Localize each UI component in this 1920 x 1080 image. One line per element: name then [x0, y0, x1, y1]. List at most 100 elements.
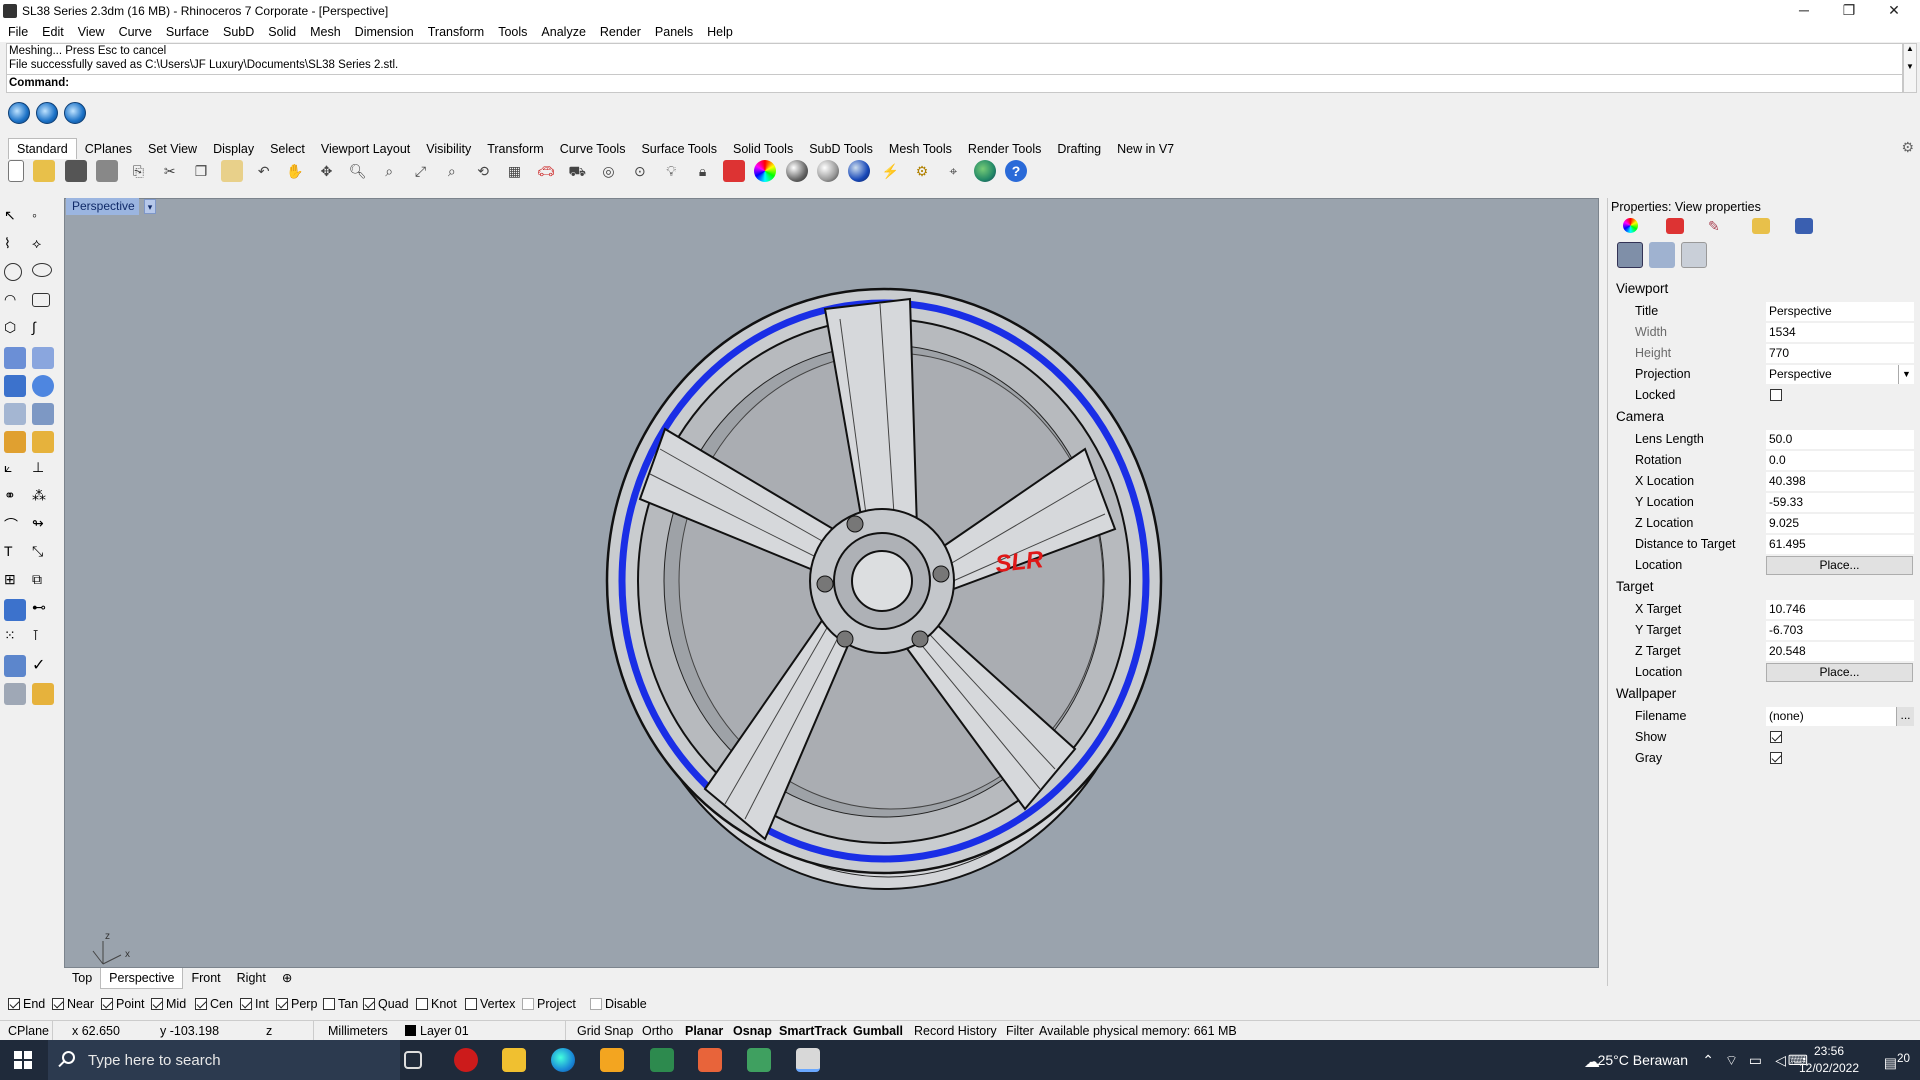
light-bulb-icon[interactable]: 💡︎: [660, 160, 682, 182]
viewport-tab-right[interactable]: Right: [229, 968, 274, 988]
prop-gray-checkbox[interactable]: [1770, 752, 1782, 764]
circle-icon[interactable]: [4, 263, 22, 281]
render-icon[interactable]: [4, 655, 26, 677]
menu-curve[interactable]: Curve: [112, 22, 159, 42]
status-planar[interactable]: Planar: [685, 1024, 723, 1038]
camera-place-button[interactable]: Place...: [1766, 556, 1913, 575]
arc-icon[interactable]: ◠: [4, 291, 26, 313]
osnap-mid[interactable]: Mid: [151, 997, 186, 1011]
windows-start-icon[interactable]: [14, 1051, 32, 1069]
status-grid-snap[interactable]: Grid Snap: [577, 1024, 633, 1038]
boolean-icon[interactable]: [32, 431, 54, 453]
surface-icon[interactable]: [4, 347, 26, 369]
menu-help[interactable]: Help: [700, 22, 740, 42]
viewport-tab-top[interactable]: Top: [64, 968, 100, 988]
osnap-project[interactable]: Project: [522, 997, 576, 1011]
rhino-taskbar-icon[interactable]: [796, 1048, 820, 1072]
mesh-icon[interactable]: [32, 403, 54, 425]
battery-icon[interactable]: ▭: [1749, 1052, 1762, 1069]
rhino-help-icon[interactable]: [64, 102, 86, 124]
block-icon[interactable]: [4, 599, 26, 621]
prop-xtarget-field[interactable]: 10.746: [1766, 600, 1914, 619]
viewport-frame-icon[interactable]: [1681, 242, 1707, 268]
select-icon[interactable]: ◎: [598, 160, 620, 182]
file-explorer-icon[interactable]: [502, 1048, 526, 1072]
light-icon[interactable]: ⚡: [880, 160, 902, 182]
tab-solid-tools[interactable]: Solid Tools: [725, 139, 801, 159]
osnap-end[interactable]: End: [8, 997, 45, 1011]
tab-transform[interactable]: Transform: [479, 139, 552, 159]
pan-hand-icon[interactable]: ✋: [284, 160, 306, 182]
zoom-window-icon[interactable]: ⌕: [378, 160, 400, 182]
trim-icon[interactable]: ⟀: [4, 459, 26, 481]
analyze-icon[interactable]: ⊺: [32, 627, 54, 649]
menu-panels[interactable]: Panels: [648, 22, 700, 42]
cut-icon[interactable]: ✂: [159, 160, 181, 182]
menu-edit[interactable]: Edit: [35, 22, 71, 42]
offset-icon[interactable]: ↬: [32, 515, 54, 537]
export-icon[interactable]: ⎘: [127, 160, 149, 182]
prop-xloc-field[interactable]: 40.398: [1766, 472, 1914, 491]
print-icon[interactable]: [96, 160, 119, 182]
status-gumball[interactable]: Gumball: [853, 1024, 903, 1038]
status-cplane[interactable]: CPlane: [8, 1024, 49, 1038]
camera-view-icon[interactable]: [1617, 242, 1643, 268]
paste-icon[interactable]: [221, 160, 244, 182]
prop-projection-select[interactable]: Perspective ▼: [1766, 365, 1914, 384]
car-outline-icon[interactable]: ⛟: [566, 160, 588, 182]
properties-tab-color-icon[interactable]: [1623, 218, 1638, 233]
osnap-quad[interactable]: Quad: [363, 997, 409, 1011]
viewport-title[interactable]: Perspective: [66, 198, 139, 215]
osnap-int-checkbox[interactable]: [240, 998, 252, 1010]
dimension-icon[interactable]: ⤡: [32, 543, 54, 565]
tab-new-in-v7[interactable]: New in V7: [1109, 139, 1182, 159]
help-icon[interactable]: ?: [1005, 160, 1027, 182]
prop-lens-field[interactable]: 50.0: [1766, 430, 1914, 449]
transform-icon[interactable]: ⊞: [4, 571, 26, 593]
snap-icon[interactable]: ⌖: [942, 160, 964, 182]
blue-sphere-icon[interactable]: [848, 160, 871, 182]
notification-center-icon[interactable]: ▤20: [1884, 1052, 1910, 1072]
prop-show-checkbox[interactable]: [1770, 731, 1782, 743]
close-button[interactable]: ✕: [1871, 0, 1917, 22]
prop-ztarget-field[interactable]: 20.548: [1766, 642, 1914, 661]
osnap-point[interactable]: Point: [101, 997, 145, 1011]
osnap-mid-checkbox[interactable]: [151, 998, 163, 1010]
menu-subd[interactable]: SubD: [216, 22, 261, 42]
osnap-point-checkbox[interactable]: [101, 998, 113, 1010]
globe-icon[interactable]: [973, 160, 996, 182]
opera-browser-icon[interactable]: [454, 1048, 478, 1072]
lock-icon[interactable]: 🔒︎: [692, 160, 714, 182]
status-layer[interactable]: Layer 01: [405, 1024, 469, 1038]
xodo-app-icon[interactable]: [698, 1048, 722, 1072]
command-scrollbar[interactable]: ▲ ▼: [1903, 43, 1917, 93]
minimize-button[interactable]: ─: [1781, 0, 1827, 22]
drafting-icon[interactable]: [4, 683, 26, 705]
polyline-icon[interactable]: ⌇: [4, 235, 26, 257]
osnap-knot-checkbox[interactable]: [416, 998, 428, 1010]
prop-title-field[interactable]: Perspective: [1766, 302, 1914, 321]
viewport-tab-front[interactable]: Front: [183, 968, 228, 988]
osnap-int[interactable]: Int: [240, 997, 269, 1011]
polygon-icon[interactable]: ⬡: [4, 319, 26, 341]
projection-chevron-down-icon[interactable]: ▼: [1898, 365, 1914, 384]
tab-cplanes[interactable]: CPlanes: [77, 139, 140, 159]
tab-curve-tools[interactable]: Curve Tools: [552, 139, 634, 159]
osnap-tan[interactable]: Tan: [323, 997, 358, 1011]
properties-tab-layers-icon[interactable]: [1666, 218, 1684, 234]
tab-surface-tools[interactable]: Surface Tools: [633, 139, 725, 159]
excel-app-icon[interactable]: [650, 1048, 674, 1072]
menu-surface[interactable]: Surface: [159, 22, 216, 42]
new-file-icon[interactable]: [8, 160, 24, 182]
tab-viewport-layout[interactable]: Viewport Layout: [313, 139, 418, 159]
explode-icon[interactable]: [4, 431, 26, 453]
measure-icon[interactable]: ⊷: [32, 599, 54, 621]
render-settings-icon[interactable]: [1649, 242, 1675, 268]
tab-subd-tools[interactable]: SubD Tools: [801, 139, 881, 159]
point-icon[interactable]: ◦: [32, 207, 54, 229]
save-icon[interactable]: [64, 160, 87, 182]
split-icon[interactable]: ⊥: [32, 459, 54, 481]
render-sphere-icon[interactable]: [816, 160, 839, 182]
osnap-cen-checkbox[interactable]: [195, 998, 207, 1010]
rhino-sync-icon[interactable]: [8, 102, 30, 124]
